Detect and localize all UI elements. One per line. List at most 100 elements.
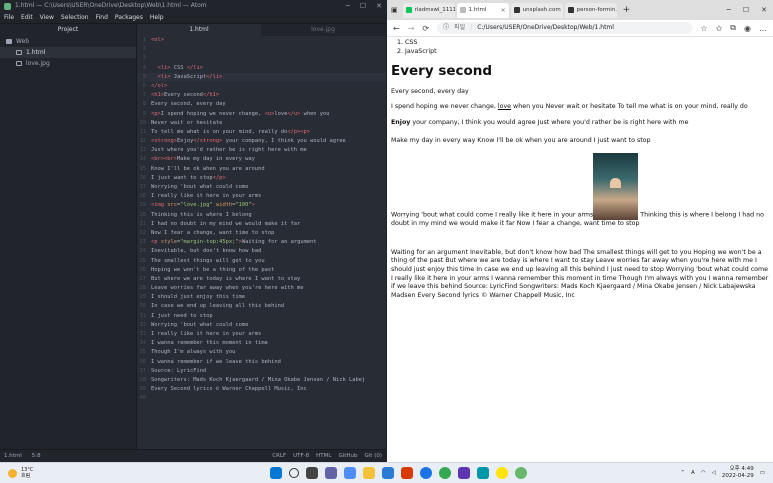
menu-item-help[interactable]: Help [150,12,164,23]
tree-view-header[interactable]: Project [0,24,137,36]
code-line[interactable]: 18 I really like it here in your arms [137,192,386,201]
tab-1-html[interactable]: 1.html [137,24,261,36]
code-line[interactable]: 21 I had no doubt in my mind we would mak… [137,220,386,229]
code-line[interactable]: 26 Hoping we won't be a thing of the past [137,266,386,275]
menu-item-packages[interactable]: Packages [115,12,143,23]
code-line[interactable]: 29 I should just enjoy this time [137,293,386,302]
code-line[interactable]: 20 Thinking this is where I belong [137,211,386,220]
ime-indicator[interactable]: A [691,470,695,476]
code-line[interactable]: 6 </ol> [137,82,386,91]
weather-widget[interactable]: 13°C 흐림 [0,467,120,479]
code-line[interactable]: 25 The smallest things will get to you [137,257,386,266]
code-line[interactable]: 39 Every Second lyrics © Warner Chappell … [137,385,386,394]
status-file[interactable]: 1.html [4,450,22,462]
photos-icon[interactable] [477,467,489,479]
tab-love-jpg[interactable]: love.jpg [261,24,385,36]
code-line[interactable]: 27 But where we are today is where I want… [137,275,386,284]
new-tab-button[interactable]: + [623,5,631,15]
code-line[interactable]: 34 I wanna remember this moment in time [137,339,386,348]
visual-studio-icon[interactable] [458,467,470,479]
menu-item-view[interactable]: View [40,12,54,23]
chrome-icon[interactable] [439,467,451,479]
code-line[interactable]: 38 Songwriters: Mads Koch Kjaergaard / Mi… [137,376,386,385]
code-line[interactable]: 36 I wanna remember if we leave this behi… [137,358,386,367]
close-icon[interactable]: ✕ [376,0,382,12]
collections-icon[interactable]: ⧉ [730,23,736,33]
url-field[interactable]: ⓘ 파일 | C:/Users/USER/OneDrive/Desktop/We… [437,22,693,34]
chevron-up-icon[interactable]: ⌃ [680,470,685,476]
code-line[interactable]: 28 Leave worries far away when you're her… [137,284,386,293]
status-github[interactable]: GitHub [338,450,357,462]
forward-icon[interactable]: → [408,24,415,33]
more-icon[interactable]: … [759,24,767,33]
chat-icon[interactable] [325,467,337,479]
code-line[interactable]: 30 In case we end up leaving all this beh… [137,302,386,311]
tab-actions-icon[interactable]: ▣ [391,6,398,14]
profile-icon[interactable]: ◉ [744,24,751,33]
code-line[interactable]: 19 <img src="love.jpg" width="100"> [137,201,386,210]
code-editor[interactable]: 1 <ol> 2 3 4 <li> CSS </li> 5 <li> JavaScript… [137,36,386,449]
code-line[interactable]: 32 Worrying 'bout what could come [137,321,386,330]
code-line[interactable]: 16 I just want to stop</p> [137,174,386,183]
tree-file[interactable]: love.jpg [0,58,136,69]
wifi-icon[interactable]: ◠ [701,470,706,476]
kakaotalk-icon[interactable] [496,467,508,479]
status-cursor-position[interactable]: 5:8 [32,450,41,462]
browser-tab[interactable]: 1.html × [456,2,509,18]
edge-icon[interactable] [420,467,432,479]
code-line[interactable]: 13 Just where you'd rather be is right he… [137,146,386,155]
task-view-icon[interactable] [306,467,318,479]
code-line[interactable]: 8 Every second, every day [137,100,386,109]
code-line[interactable]: 7 <h1>Every second</h1> [137,91,386,100]
maximize-icon[interactable]: ☐ [743,6,749,14]
status-line-ending[interactable]: CRLF [272,450,286,462]
browser-tab[interactable]: person-formin...× [564,2,617,18]
code-line[interactable]: 40 [137,394,386,403]
code-line[interactable]: 11 To tell me what is on your mind, reall… [137,128,386,137]
code-line[interactable]: 4 <li> CSS </li> [137,64,386,73]
code-line[interactable]: 2 [137,45,386,54]
maximize-icon[interactable]: ☐ [360,0,366,12]
browser-tab[interactable]: rladmswl_1111× [402,2,455,18]
status-encoding[interactable]: UTF-8 [293,450,309,462]
code-line[interactable]: 15 Know I'll be ok when you are around [137,165,386,174]
widgets-icon[interactable] [344,467,356,479]
mail-icon[interactable] [382,467,394,479]
menu-item-selection[interactable]: Selection [61,12,89,23]
close-icon[interactable]: ✕ [761,6,767,14]
code-line[interactable]: 31 I just need to stop [137,312,386,321]
code-line[interactable]: 22 Now I fear a change, want time to stop [137,229,386,238]
tab-close-icon[interactable]: × [501,7,506,14]
code-line[interactable]: 23 <p style="margin-top:45px;">Waiting fo… [137,238,386,247]
notification-icon[interactable]: ▭ [760,470,765,476]
menu-item-edit[interactable]: Edit [21,12,33,23]
code-line[interactable]: 35 Though I'm always with you [137,348,386,357]
favorite-star-icon[interactable]: ☆ [700,24,707,33]
code-line[interactable]: 5 <li> JavaScript</li> [137,72,386,82]
code-line[interactable]: 12 <strong>Enjoy</strong> your company, I… [137,137,386,146]
minimize-icon[interactable]: ─ [346,0,350,12]
tree-file[interactable]: 1.html [0,47,136,58]
speaker-icon[interactable]: ◁ [712,470,716,476]
status-git[interactable]: Git (0) [365,450,383,462]
code-line[interactable]: 37 Source: LyricFind [137,367,386,376]
code-line[interactable]: 9 <p>I spend hoping we never change, <u>l… [137,110,386,119]
info-icon[interactable]: ⓘ [443,22,449,34]
status-grammar[interactable]: HTML [316,450,331,462]
code-line[interactable]: 3 [137,54,386,63]
refresh-icon[interactable]: ⟳ [422,24,429,33]
search-icon[interactable] [289,468,299,478]
menu-item-find[interactable]: Find [96,12,108,23]
clock[interactable]: 오후 4:49 2022-04-29 [722,466,754,480]
favorites-icon[interactable]: ✩ [716,24,723,33]
tree-folder[interactable]: Web [0,36,136,47]
office-icon[interactable] [401,467,413,479]
browser-tab[interactable]: unsplash.com× [510,2,563,18]
file-explorer-icon[interactable] [363,467,375,479]
back-icon[interactable]: ← [393,24,400,33]
code-line[interactable]: 10 Never wait or hesitate [137,119,386,128]
code-line[interactable]: 24 Inevitable, but don't know how bad [137,247,386,256]
code-line[interactable]: 14 <br><br>Make my day in every way [137,155,386,164]
menu-item-file[interactable]: File [4,12,14,23]
start-icon[interactable] [270,467,282,479]
